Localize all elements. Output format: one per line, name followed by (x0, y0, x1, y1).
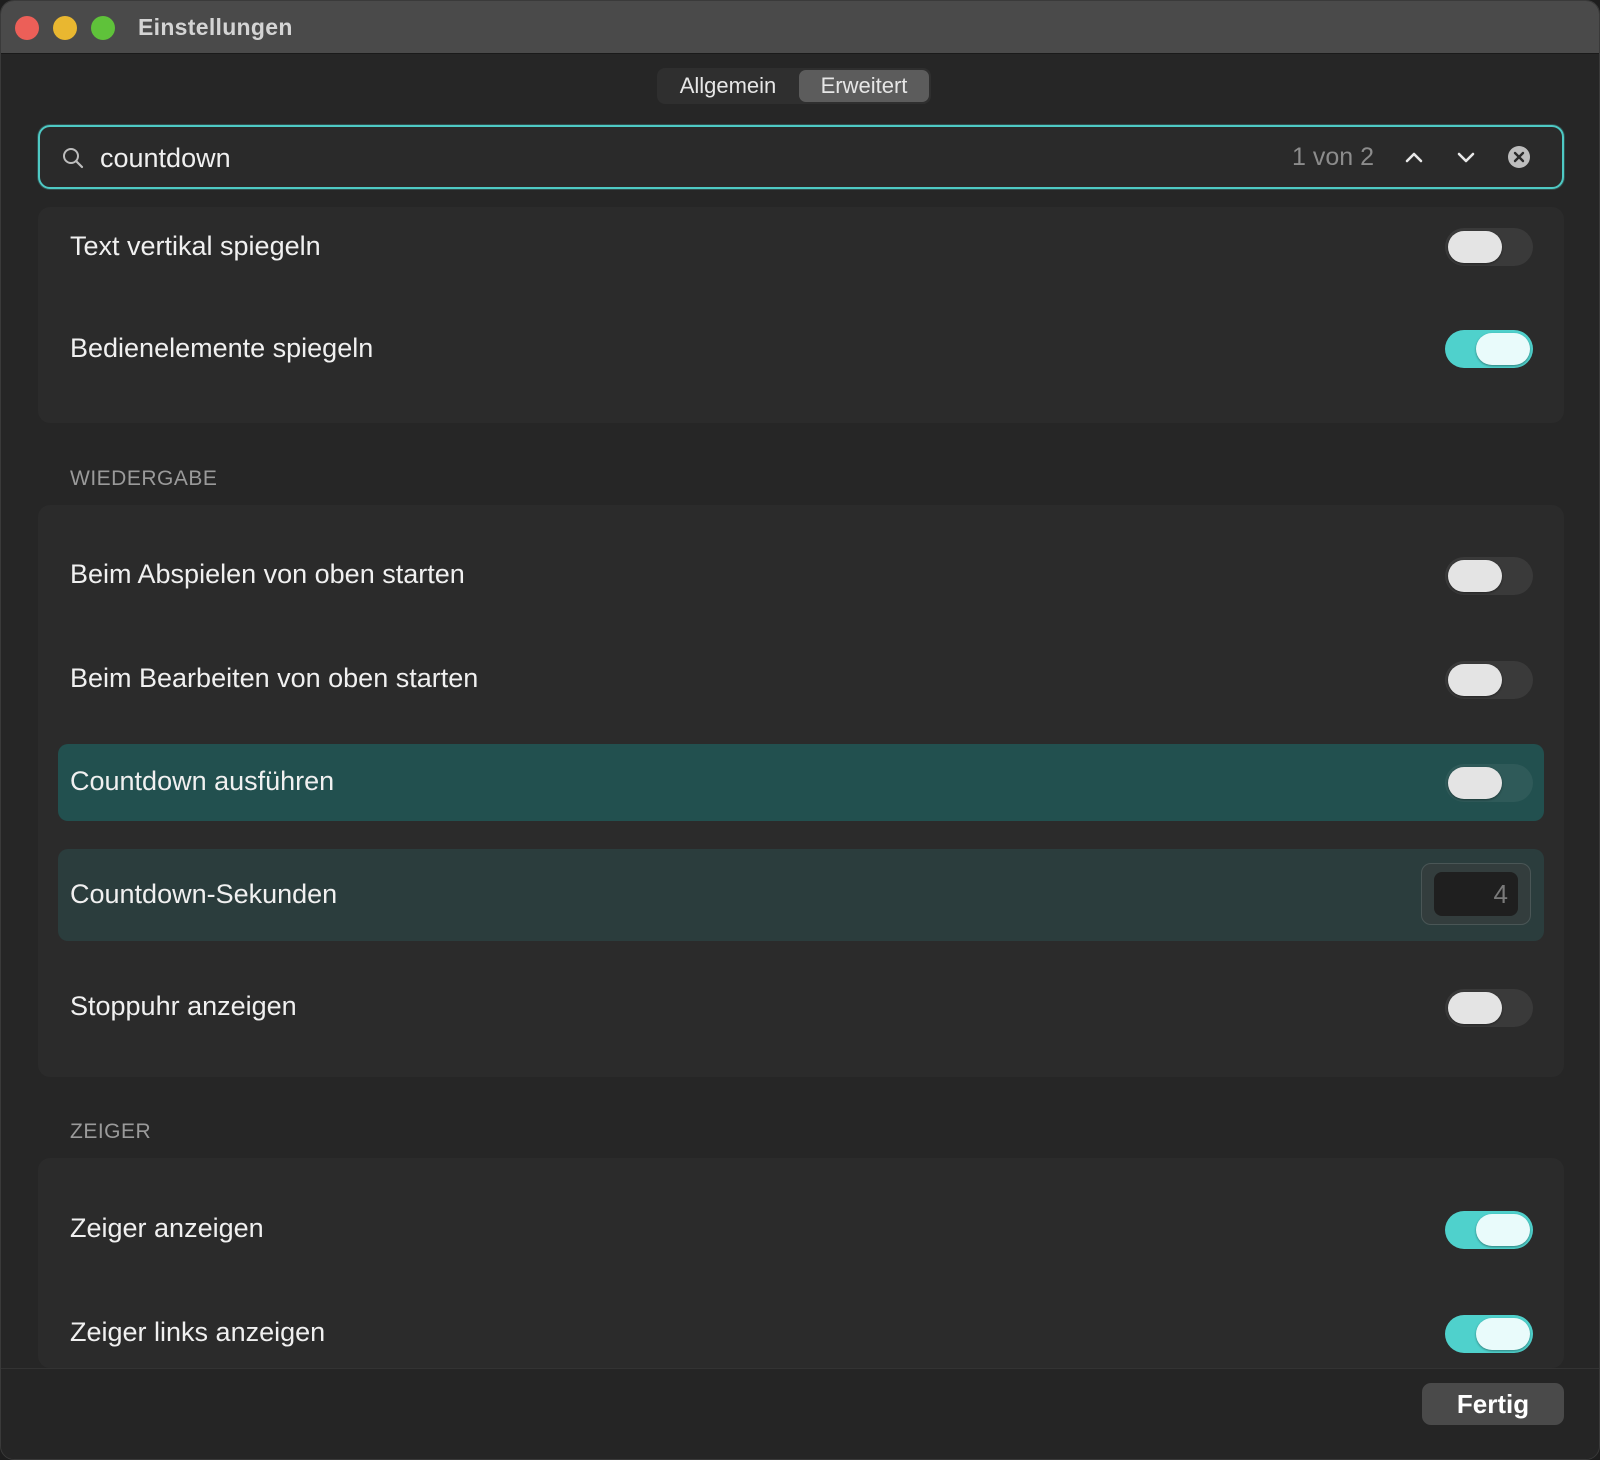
tab-erweitert[interactable]: Erweitert (799, 70, 929, 102)
row-label: Text vertikal spiegeln (70, 231, 321, 261)
toggle-knob (1476, 1318, 1530, 1350)
toggle-knob (1448, 767, 1502, 799)
settings-row: Stoppuhr anzeigen (38, 971, 1564, 1041)
search-input[interactable] (98, 137, 1202, 179)
settings-row: Zeiger anzeigen (38, 1193, 1564, 1263)
toggle-knob (1448, 664, 1502, 696)
section-header-zeiger: ZEIGER (70, 1120, 152, 1143)
toggle-knob (1476, 1214, 1530, 1246)
row-label: Countdown ausführen (70, 766, 335, 796)
close-window-button[interactable] (15, 16, 39, 40)
settings-row: Beim Bearbeiten von oben starten (38, 645, 1564, 715)
search-match-count: 1 von 2 (1292, 143, 1375, 171)
toggle-text-vertikal-spiegeln[interactable] (1445, 228, 1533, 266)
zoom-window-button[interactable] (91, 16, 115, 40)
toggle-knob (1476, 333, 1530, 365)
settings-row: Beim Abspielen von oben starten (38, 541, 1564, 611)
row-label: Stoppuhr anzeigen (70, 991, 297, 1021)
chevron-up-icon[interactable] (1398, 141, 1430, 173)
toggle-knob (1448, 992, 1502, 1024)
toggle-knob (1448, 560, 1502, 592)
toggle-bedienelemente-spiegeln[interactable] (1445, 330, 1533, 368)
row-label: Bedienelemente spiegeln (70, 333, 374, 363)
done-button[interactable]: Fertig (1422, 1383, 1564, 1425)
countdown-seconds-input[interactable]: 4 (1434, 872, 1518, 916)
group-panel-top: Text vertikal spiegeln Bedienelemente sp… (38, 207, 1564, 423)
settings-row: Countdown-Sekunden 4 (38, 849, 1564, 941)
settings-row: Zeiger links anzeigen (38, 1297, 1564, 1367)
row-label: Countdown-Sekunden (70, 879, 338, 909)
toggle-beim-bearbeiten[interactable] (1445, 661, 1533, 699)
minimize-window-button[interactable] (53, 16, 77, 40)
row-label: Zeiger anzeigen (70, 1213, 264, 1243)
tab-allgemein[interactable]: Allgemein (659, 70, 797, 102)
footer-bar: Fertig (1, 1368, 1599, 1459)
row-label: Beim Bearbeiten von oben starten (70, 663, 479, 693)
settings-row: Text vertikal spiegeln (38, 207, 1564, 307)
search-field: 1 von 2 (38, 125, 1564, 189)
titlebar: Einstellungen (1, 1, 1599, 54)
clear-icon[interactable] (1506, 144, 1532, 170)
settings-row: Countdown ausführen (38, 744, 1564, 821)
section-header-wiedergabe: WIEDERGABE (70, 467, 218, 490)
row-label: Zeiger links anzeigen (70, 1317, 326, 1347)
settings-window: Einstellungen Allgemein Erweitert 1 von … (0, 0, 1600, 1460)
toggle-zeiger-anzeigen[interactable] (1445, 1211, 1533, 1249)
settings-row: Bedienelemente spiegeln (38, 311, 1564, 411)
toggle-stoppuhr-anzeigen[interactable] (1445, 989, 1533, 1027)
tab-bar: Allgemein Erweitert (657, 68, 931, 104)
toggle-zeiger-links-anzeigen[interactable] (1445, 1315, 1533, 1353)
toggle-countdown-ausfuehren[interactable] (1445, 764, 1533, 802)
toggle-knob (1448, 231, 1502, 263)
row-label: Beim Abspielen von oben starten (70, 559, 465, 589)
countdown-seconds-field: 4 (1421, 863, 1531, 925)
window-title: Einstellungen (138, 14, 293, 40)
chevron-down-icon[interactable] (1450, 141, 1482, 173)
search-icon (63, 148, 84, 169)
toggle-beim-abspielen[interactable] (1445, 557, 1533, 595)
